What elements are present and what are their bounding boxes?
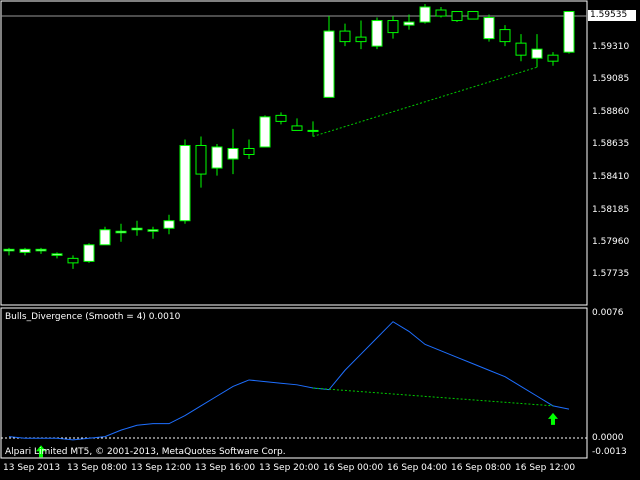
price-divergence-line xyxy=(312,66,538,137)
indicator-panel-border xyxy=(0,307,588,459)
candle-body xyxy=(243,147,255,156)
candle-body xyxy=(451,11,463,22)
time-axis-label: 13 Sep 12:00 xyxy=(131,463,192,473)
time-axis-label: 16 Sep 08:00 xyxy=(451,463,512,473)
candle-body xyxy=(195,144,207,175)
price-axis-label: 1.58410 xyxy=(592,172,630,182)
candle-body xyxy=(227,147,239,160)
time-axis-label: 16 Sep 00:00 xyxy=(323,463,384,473)
candles-group xyxy=(3,4,575,269)
time-axis-label: 13 Sep 2013 xyxy=(3,463,61,473)
candle-body xyxy=(435,9,447,17)
price-axis-label: 1.58185 xyxy=(592,205,630,215)
candle-body xyxy=(563,11,575,53)
candle-body xyxy=(35,248,47,252)
indicator-divergence-line xyxy=(312,387,554,407)
candle-body xyxy=(51,253,63,256)
price-axis-label: 1.57960 xyxy=(592,237,630,247)
candle-body xyxy=(67,257,79,264)
candle-body xyxy=(403,21,415,26)
price-axis-label: 1.58860 xyxy=(592,107,630,117)
candle-body xyxy=(115,230,127,234)
candle-body xyxy=(307,129,319,132)
candle-body xyxy=(99,229,111,246)
buy-arrow-icon xyxy=(548,412,558,425)
time-axis-label: 13 Sep 16:00 xyxy=(195,463,256,473)
indicator-axis-label: -0.0013 xyxy=(592,447,627,457)
candle-body xyxy=(163,220,175,229)
candle-body xyxy=(339,30,351,43)
candle-body xyxy=(291,125,303,131)
candle-body xyxy=(275,114,287,122)
candle-body xyxy=(83,244,95,262)
time-axis-label: 16 Sep 12:00 xyxy=(515,463,576,473)
candle-body xyxy=(483,17,495,40)
chart-canvas[interactable] xyxy=(0,0,640,480)
candle-body xyxy=(387,20,399,34)
price-axis-label: 1.58635 xyxy=(592,139,630,149)
current-price-tag: 1.59535 xyxy=(588,10,636,21)
indicator-group xyxy=(8,321,570,441)
price-axis-label: 1.57735 xyxy=(592,269,630,279)
indicator-line xyxy=(8,321,570,441)
candle-body xyxy=(131,227,143,231)
indicator-title: Bulls_Divergence (Smooth = 4) 0.0010 xyxy=(5,312,181,322)
candle-body xyxy=(3,248,15,252)
copyright-line: Alpari Limited MT5, © 2001-2013, MetaQuo… xyxy=(5,447,286,457)
candle-body xyxy=(179,144,191,222)
price-axis-label: 1.59085 xyxy=(592,74,630,84)
candle-body xyxy=(547,54,559,62)
candle-body xyxy=(531,48,543,59)
candle-body xyxy=(515,42,527,56)
candle-body xyxy=(323,30,335,98)
candle-body xyxy=(419,6,431,23)
candle-body xyxy=(259,116,271,148)
candle-body xyxy=(355,36,367,43)
time-axis-label: 16 Sep 04:00 xyxy=(387,463,448,473)
indicator-axis-label: 0.0076 xyxy=(592,308,624,318)
candle-body xyxy=(19,248,31,253)
time-axis-label: 13 Sep 08:00 xyxy=(67,463,128,473)
candle-body xyxy=(371,20,383,47)
candle-body xyxy=(467,11,479,20)
indicator-axis-label: 0.0000 xyxy=(592,433,624,443)
candle-body xyxy=(211,146,223,169)
candle-body xyxy=(147,229,159,232)
candle-body xyxy=(499,29,511,43)
time-axis-label: 13 Sep 20:00 xyxy=(259,463,320,473)
price-axis-label: 1.59310 xyxy=(592,42,630,52)
